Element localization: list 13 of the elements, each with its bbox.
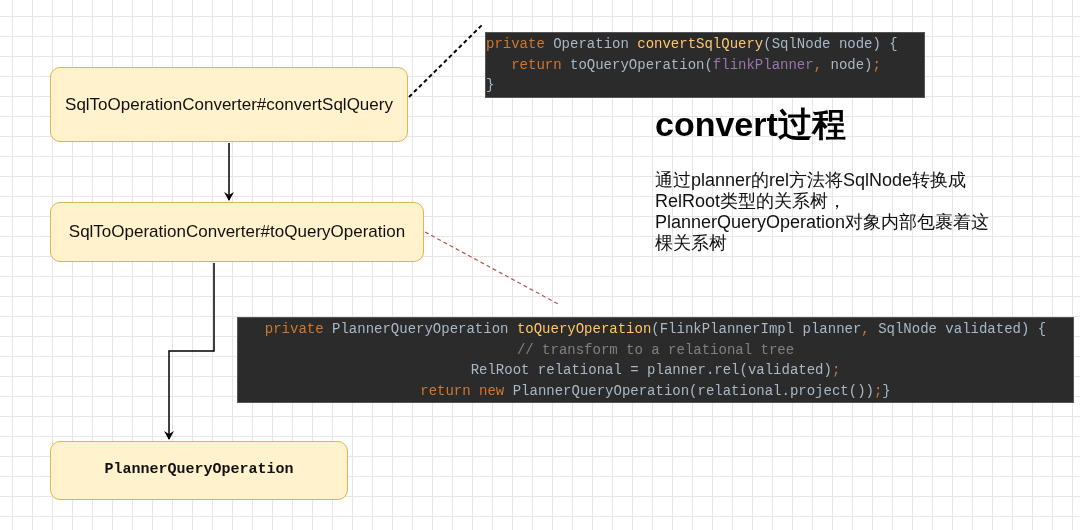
code-line: return new PlannerQueryOperation(relational.project());} xyxy=(419,381,892,401)
connector-arrow xyxy=(224,142,234,201)
code-line: } xyxy=(486,76,496,95)
note-text: 通过planner的rel方法将SqlNode转换成RelRoot类型的关系树，PlannerQueryOperation对象内部包裹着这棵关系树 xyxy=(655,170,991,254)
code-line: private PlannerQueryOperation toQueryOperation(FlinkPlannerImpl planner, SqlNode validated) { xyxy=(263,320,1048,339)
flow-node: PlannerQueryOperation xyxy=(50,441,348,500)
flow-node: SqlToOperationConverter#toQueryOperation xyxy=(50,202,424,262)
code-line: return toQueryOperation(flinkPlanner, node); xyxy=(510,55,882,75)
code-line: RelRoot relational = planner.rel(validated); xyxy=(469,361,842,380)
code-line: // transform to a relational tree xyxy=(515,340,796,360)
code-line: private Operation convertSqlQuery(SqlNode node) { xyxy=(486,35,899,54)
flow-node: SqlToOperationConverter#convertSqlQuery xyxy=(50,67,408,142)
note-title: convert过程 xyxy=(655,104,846,145)
